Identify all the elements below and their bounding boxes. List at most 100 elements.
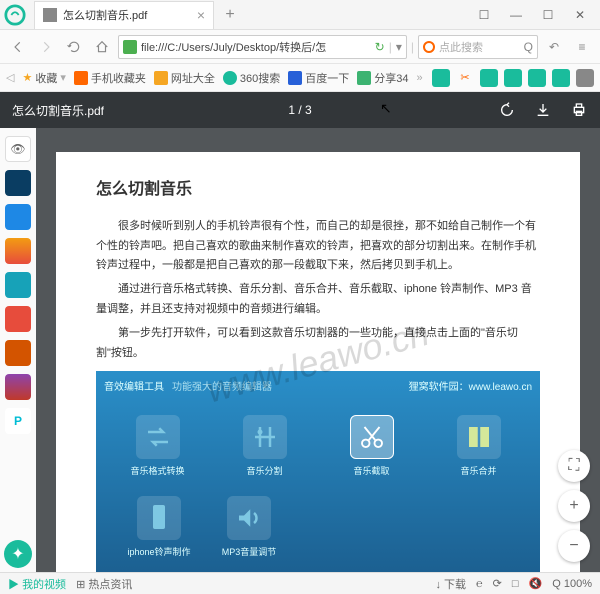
url-input[interactable]: file:///C:/Users/July/Desktop/转换后/怎 ↻ | … — [118, 35, 407, 59]
status-icon[interactable]: □ — [512, 578, 519, 590]
app-feature-item: 音乐格式转换 — [123, 415, 193, 479]
app-feature-item: 音乐合并 — [444, 415, 514, 479]
split-icon — [243, 415, 287, 459]
mute-icon[interactable]: 🔇 — [529, 577, 543, 590]
weibo-icon[interactable]: 👁 — [5, 136, 31, 162]
window-controls: ☐ — ☐ ✕ — [472, 3, 600, 27]
close-tab-icon[interactable]: × — [197, 7, 205, 23]
maximize-button[interactable]: ☐ — [536, 3, 560, 27]
share-icon — [357, 71, 371, 85]
page-indicator: 1 / 3 — [288, 103, 311, 117]
app-feature-item: 音乐分割 — [230, 415, 300, 479]
fit-button[interactable]: ⛶ — [558, 450, 590, 482]
sidebar-app-icon[interactable] — [5, 272, 31, 298]
sidebar-app-icon[interactable] — [5, 340, 31, 366]
apps-icon[interactable] — [576, 69, 594, 87]
video-link[interactable]: ▶ 我的视频 — [8, 576, 66, 592]
pdf-viewport[interactable]: 怎么切割音乐 很多时候听到别人的手机铃声很有个性，而自己的却是很挫，那不如给自己… — [36, 128, 600, 572]
pdf-toolbar: 怎么切割音乐.pdf 1 / 3 ↖ — [0, 92, 600, 128]
browser-logo — [0, 0, 30, 30]
back-button[interactable] — [6, 35, 30, 59]
forward-button[interactable] — [34, 35, 58, 59]
app-subtitle: 功能强大的音频编辑器 — [172, 379, 272, 397]
download-icon[interactable] — [528, 69, 546, 87]
pdf-icon — [43, 8, 57, 22]
status-icon[interactable]: ℮ — [476, 578, 483, 590]
zoom-out-button[interactable]: − — [558, 530, 590, 562]
menu-button[interactable]: ≡ — [570, 35, 594, 59]
news-link[interactable]: ⊞ 热点资讯 — [76, 576, 132, 592]
reload-button[interactable] — [62, 35, 86, 59]
app-title: 音效编辑工具 — [104, 379, 164, 397]
bookmark-item[interactable]: 百度一下 — [288, 70, 349, 86]
extension-icon[interactable] — [432, 69, 450, 87]
mobile-icon — [74, 71, 88, 85]
paragraph: 很多时候听到别人的手机铃声很有个性，而自己的却是很挫，那不如给自己制作一个有个性… — [96, 217, 540, 276]
zoom-level[interactable]: Q 100% — [552, 578, 592, 590]
sidebar-app-icon[interactable] — [5, 170, 31, 196]
convert-icon — [136, 415, 180, 459]
game-icon[interactable] — [552, 69, 570, 87]
close-window-button[interactable]: ✕ — [568, 3, 592, 27]
cursor-icon: ↖ — [380, 100, 392, 117]
globe-icon — [154, 71, 168, 85]
search-engine-icon — [223, 71, 237, 85]
extension-icon[interactable] — [480, 69, 498, 87]
search-input[interactable]: 点此搜索 Q — [418, 35, 538, 59]
app-feature-item: iphone铃声制作 — [124, 496, 194, 560]
search-placeholder: 点此搜索 — [439, 39, 483, 55]
bookmark-item[interactable]: 手机收藏夹 — [74, 70, 146, 86]
rotate-button[interactable] — [498, 101, 516, 119]
favorites-button[interactable]: ★收藏▾ — [22, 70, 65, 86]
pdf-filename: 怎么切割音乐.pdf — [12, 102, 104, 119]
tab-title: 怎么切割音乐.pdf — [63, 7, 193, 23]
site-security-icon — [123, 40, 137, 54]
status-bar: ▶ 我的视频 ⊞ 热点资讯 ↓ 下载 ℮ ⟳ □ 🔇 Q 100% — [0, 572, 600, 594]
zoom-in-button[interactable]: + — [558, 490, 590, 522]
undo-button[interactable]: ↶ — [542, 35, 566, 59]
app-brand: 狸窝软件园：www.leawo.cn — [409, 379, 532, 397]
app-feature-item: 音乐截取 — [337, 415, 407, 479]
sidebar-app-icon[interactable] — [5, 374, 31, 400]
browser-tab[interactable]: 怎么切割音乐.pdf × — [34, 1, 214, 29]
account-icon[interactable]: ☐ — [472, 3, 496, 27]
url-text: file:///C:/Users/July/Desktop/转换后/怎 — [141, 39, 375, 55]
titlebar: 怎么切割音乐.pdf × + ☐ — ☐ ✕ — [0, 0, 600, 30]
extension-icon[interactable] — [504, 69, 522, 87]
address-bar: file:///C:/Users/July/Desktop/转换后/怎 ↻ | … — [0, 30, 600, 64]
search-icon — [423, 41, 435, 53]
baidu-icon — [288, 71, 302, 85]
refresh-icon[interactable]: ↻ — [375, 40, 385, 54]
minimize-button[interactable]: — — [504, 3, 528, 27]
bookmarks-bar: ◁ ★收藏▾ 手机收藏夹 网址大全 360搜索 百度一下 分享34 » ✂ — [0, 64, 600, 92]
paragraph: 第一步先打开软件，可以看到这款音乐切割器的一些功能，直接点击上面的"音乐切割"按… — [96, 324, 540, 364]
sidebar-app-icon[interactable] — [5, 238, 31, 264]
app-feature-item: MP3音量调节 — [214, 496, 284, 560]
merge-icon — [457, 415, 501, 459]
print-button[interactable] — [570, 101, 588, 119]
assistant-fab[interactable]: ✦ — [4, 540, 32, 568]
sidebar-app-icon[interactable] — [5, 204, 31, 230]
bookmark-item[interactable]: 分享34 — [357, 70, 408, 86]
bookmark-item[interactable]: 网址大全 — [154, 70, 215, 86]
chevron-left-icon[interactable]: ◁ — [6, 71, 14, 84]
dropdown-icon[interactable]: ▾ — [396, 40, 402, 54]
bookmark-item[interactable]: 360搜索 — [223, 70, 280, 86]
paragraph: 通过进行音乐格式转换、音乐分割、音乐合并、音乐截取、iphone 铃声制作、MP… — [96, 280, 540, 320]
download-button[interactable] — [534, 101, 552, 119]
sidebar-app-icon[interactable] — [5, 306, 31, 332]
status-icon[interactable]: ↓ 下载 — [435, 576, 466, 592]
scissors-icon[interactable]: ✂ — [456, 69, 474, 87]
new-tab-button[interactable]: + — [218, 3, 242, 27]
cut-icon — [350, 415, 394, 459]
pdf-page: 怎么切割音乐 很多时候听到别人的手机铃声很有个性，而自己的却是很挫，那不如给自己… — [56, 152, 580, 572]
embedded-screenshot: 音效编辑工具 功能强大的音频编辑器 狸窝软件园：www.leawo.cn 音乐格… — [96, 371, 540, 572]
sidebar-app-icon[interactable]: P — [5, 408, 31, 434]
app-footer: 狸窝家园 @ 在线客服：876292449(qq) — [104, 566, 532, 572]
home-button[interactable] — [90, 35, 114, 59]
volume-icon — [227, 496, 271, 540]
left-sidebar: 👁 P — [0, 128, 36, 572]
more-bookmarks-icon[interactable]: » — [416, 72, 422, 84]
document-title: 怎么切割音乐 — [96, 176, 540, 205]
status-icon[interactable]: ⟳ — [493, 577, 502, 590]
